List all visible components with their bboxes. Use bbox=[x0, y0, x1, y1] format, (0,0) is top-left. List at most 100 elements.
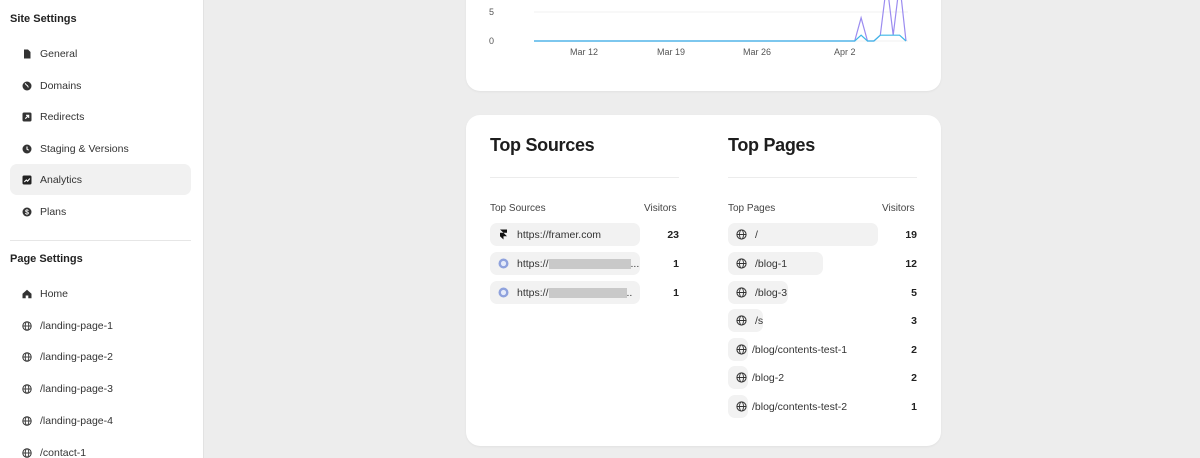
sidebar-item-landing-page-1[interactable]: /landing-page-1 bbox=[10, 310, 191, 341]
source-visitors: 1 bbox=[673, 258, 679, 270]
sidebar-item-analytics[interactable]: Analytics bbox=[10, 164, 191, 195]
globe-icon bbox=[22, 320, 32, 331]
top-sources-title: Top Sources bbox=[490, 135, 595, 155]
globe-icon bbox=[736, 258, 747, 269]
x-tick-label: Apr 2 bbox=[834, 47, 856, 57]
sidebar-item-contact-1[interactable]: /contact-1 bbox=[10, 437, 191, 458]
analytics-icon bbox=[22, 175, 32, 185]
source-label: https://framer.com bbox=[517, 228, 602, 241]
page-row[interactable]: / bbox=[728, 223, 878, 246]
globe-icon bbox=[736, 344, 747, 355]
file-icon bbox=[22, 49, 32, 59]
sidebar: Site Settings General Domains Redirects … bbox=[0, 0, 204, 458]
page-row[interactable]: /blog-3 bbox=[728, 281, 788, 304]
top-sources-column-header: Top Sources bbox=[490, 203, 546, 214]
source-label-suffix: ... bbox=[630, 257, 640, 270]
source-row-redacted-1[interactable]: https:// ... bbox=[490, 252, 640, 275]
sidebar-item-label: Home bbox=[40, 287, 69, 300]
globe-icon bbox=[22, 383, 32, 394]
sidebar-item-label: /landing-page-3 bbox=[40, 382, 113, 395]
page-row[interactable]: /styleguide bbox=[728, 309, 763, 332]
sidebar-item-label: Redirects bbox=[40, 110, 85, 123]
globe-icon bbox=[22, 351, 32, 362]
page-label: /blog/contents-test-2 bbox=[752, 401, 848, 413]
chart-series-line-1 bbox=[534, 0, 907, 42]
globe-icon bbox=[22, 415, 32, 426]
sidebar-item-label: General bbox=[40, 47, 78, 60]
x-tick-label: Mar 12 bbox=[570, 47, 599, 57]
sidebar-item-label: /landing-page-4 bbox=[40, 414, 113, 427]
clock-icon bbox=[22, 144, 32, 154]
page-visitors: 19 bbox=[905, 229, 917, 241]
sidebar-item-home[interactable]: Home bbox=[10, 278, 191, 309]
redacted-text bbox=[548, 287, 627, 298]
page-row[interactable]: /blog-1 bbox=[728, 252, 823, 275]
top-pages-title: Top Pages bbox=[728, 135, 815, 155]
globe-icon bbox=[736, 315, 747, 326]
redirect-icon bbox=[22, 112, 32, 122]
page-visitors: 12 bbox=[905, 258, 917, 270]
source-visitors: 23 bbox=[667, 229, 679, 241]
sidebar-item-landing-page-3[interactable]: /landing-page-3 bbox=[10, 373, 191, 404]
sidebar-item-domains[interactable]: Domains bbox=[10, 70, 191, 101]
source-row-framer[interactable]: https://framer.com bbox=[490, 223, 640, 246]
page-visitors: 3 bbox=[911, 315, 917, 327]
sidebar-item-landing-page-2[interactable]: /landing-page-2 bbox=[10, 341, 191, 372]
page-label: /blog-1 bbox=[755, 257, 788, 270]
top-pages-column-header: Top Pages bbox=[728, 203, 776, 214]
x-tick-label: Mar 19 bbox=[657, 47, 686, 57]
sidebar-item-label: /contact-1 bbox=[40, 446, 87, 458]
globe-filled-icon bbox=[22, 81, 32, 91]
sidebar-item-label: Plans bbox=[40, 205, 67, 218]
visitors-column-header: Visitors bbox=[644, 203, 677, 214]
site-favicon-icon bbox=[498, 258, 509, 269]
page-settings-heading: Page Settings bbox=[10, 253, 83, 265]
page-label: /blog-3 bbox=[755, 286, 788, 299]
sidebar-item-general[interactable]: General bbox=[10, 38, 191, 69]
sidebar-item-redirects[interactable]: Redirects bbox=[10, 101, 191, 132]
page-row[interactable] bbox=[728, 366, 748, 389]
top-pages-divider bbox=[728, 177, 917, 178]
page-visitors: 2 bbox=[911, 372, 917, 384]
page-row[interactable] bbox=[728, 338, 748, 361]
globe-icon bbox=[736, 229, 747, 240]
source-row-redacted-2[interactable]: https:// .. bbox=[490, 281, 640, 304]
sidebar-item-label: Domains bbox=[40, 79, 82, 92]
sidebar-item-label: Analytics bbox=[40, 173, 83, 186]
page-visitors: 1 bbox=[911, 401, 917, 413]
page-label: /styleguide bbox=[755, 314, 763, 327]
source-label-suffix: .. bbox=[626, 286, 633, 299]
visitors-chart-card: 5 0 Mar 12 Mar 19 Mar 26 Apr 2 bbox=[466, 0, 941, 91]
globe-icon bbox=[736, 372, 747, 383]
sidebar-divider bbox=[10, 240, 191, 241]
page-visitors: 2 bbox=[911, 344, 917, 356]
sidebar-item-staging-versions[interactable]: Staging & Versions bbox=[10, 133, 191, 164]
top-sources-divider bbox=[490, 177, 679, 178]
svg-text:$: $ bbox=[25, 209, 29, 216]
page-label: /blog/contents-test-1 bbox=[752, 344, 848, 356]
chart-series-line-2 bbox=[534, 34, 907, 42]
top-lists-card: Top Sources Top Sources Visitors https:/… bbox=[466, 115, 941, 446]
sidebar-item-plans[interactable]: $ Plans bbox=[10, 196, 191, 227]
source-label: https:// bbox=[517, 257, 549, 270]
globe-icon bbox=[736, 287, 747, 298]
framer-logo-icon bbox=[498, 229, 509, 240]
visitors-line-chart bbox=[534, 0, 908, 42]
home-icon bbox=[22, 289, 32, 299]
source-label: https:// bbox=[517, 286, 549, 299]
globe-icon bbox=[736, 401, 747, 412]
page-visitors: 5 bbox=[911, 287, 917, 299]
globe-icon bbox=[22, 447, 32, 458]
sidebar-item-label: /landing-page-1 bbox=[40, 319, 113, 332]
x-tick-label: Mar 26 bbox=[743, 47, 772, 57]
page-label: /blog-2 bbox=[752, 372, 785, 384]
sidebar-item-landing-page-4[interactable]: /landing-page-4 bbox=[10, 405, 191, 436]
site-favicon-icon bbox=[498, 287, 509, 298]
sidebar-item-label: /landing-page-2 bbox=[40, 350, 113, 363]
site-settings-heading: Site Settings bbox=[10, 13, 77, 25]
page-row[interactable] bbox=[728, 395, 748, 418]
visitors-column-header: Visitors bbox=[882, 203, 915, 214]
redacted-text bbox=[548, 258, 631, 269]
page-label: / bbox=[755, 228, 758, 241]
source-visitors: 1 bbox=[673, 287, 679, 299]
